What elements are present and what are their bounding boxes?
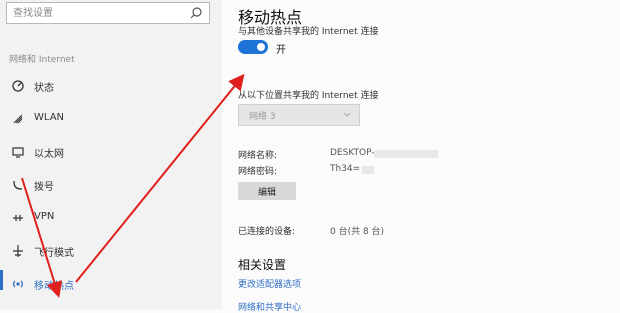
main-panel: 移动热点 与其他设备共享我的 Internet 连接 开 从以下位置共享我的 I… — [222, 0, 620, 313]
sidebar-item-ethernet[interactable]: 以太网 — [0, 137, 222, 169]
connected-devices-label: 已连接的设备: — [238, 227, 296, 237]
search-icon[interactable] — [189, 6, 203, 20]
sidebar-item-label: 状态 — [34, 83, 54, 94]
airplane-icon — [13, 245, 23, 257]
sidebar-item-status[interactable]: 状态 — [0, 71, 222, 103]
chevron-down-icon — [343, 112, 351, 117]
connected-devices-value: 0 台(共 8 台) — [330, 227, 385, 237]
password-value: Th34= — [330, 164, 361, 174]
network-name-label: 网络名称: — [238, 151, 278, 161]
redacted-block — [374, 150, 438, 158]
sidebar: 网络和 Internet 状态 WLAN 以太网 拨号 VPN — [0, 0, 222, 309]
password-label: 网络密码: — [238, 167, 278, 177]
sidebar-item-vpn[interactable]: VPN — [0, 203, 222, 235]
sharing-center-link[interactable]: 网络和共享中心 — [238, 300, 301, 313]
sidebar-item-hotspot[interactable]: 移动热点 — [0, 269, 222, 301]
related-settings-title: 相关设置 — [238, 258, 287, 272]
status-icon — [12, 80, 24, 92]
vpn-icon — [13, 215, 23, 221]
network-name-value: DESKTOP- — [330, 148, 375, 158]
hotspot-icon — [13, 280, 23, 288]
search-input[interactable] — [7, 3, 189, 23]
sidebar-item-label: VPN — [34, 211, 55, 222]
sidebar-item-label: 移动热点 — [34, 281, 74, 292]
adapter-options-link[interactable]: 更改适配器选项 — [238, 277, 301, 290]
redacted-block — [362, 166, 374, 174]
sidebar-item-dialup[interactable]: 拨号 — [0, 170, 222, 202]
ethernet-icon — [12, 147, 24, 158]
edit-button[interactable]: 编辑 — [238, 182, 296, 200]
sidebar-item-label: 以太网 — [34, 149, 64, 160]
share-from-label: 从以下位置共享我的 Internet 连接 — [238, 91, 379, 101]
sidebar-item-label: WLAN — [34, 112, 65, 123]
section-title: 网络和 Internet — [9, 55, 75, 65]
share-label: 与其他设备共享我的 Internet 连接 — [238, 27, 379, 37]
toggle-state-label: 开 — [276, 45, 286, 56]
network-source-dropdown[interactable]: 网络 3 — [238, 104, 360, 126]
sidebar-item-label: 拨号 — [34, 182, 54, 193]
search-box[interactable] — [6, 2, 210, 24]
dropdown-value: 网络 3 — [249, 112, 276, 122]
hotspot-toggle[interactable] — [238, 40, 268, 54]
dialup-icon — [13, 180, 23, 190]
wifi-icon — [13, 114, 23, 124]
sidebar-item-airplane[interactable]: 飞行模式 — [0, 236, 222, 268]
sidebar-item-label: 飞行模式 — [34, 248, 74, 259]
sidebar-item-wlan[interactable]: WLAN — [0, 104, 222, 136]
